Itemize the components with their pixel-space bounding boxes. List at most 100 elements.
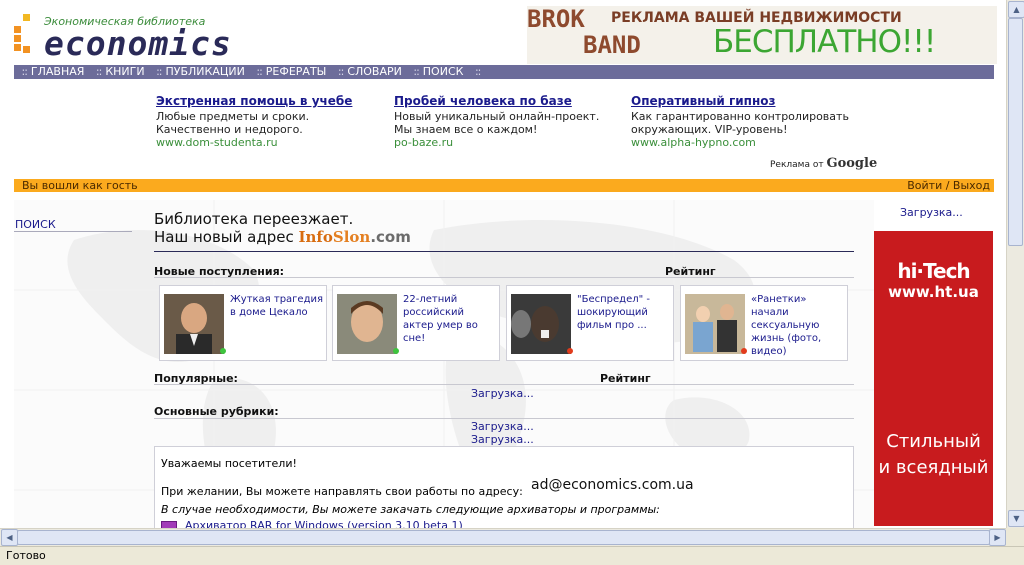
ad-title[interactable]: Оперативный гипноз bbox=[631, 94, 861, 108]
ad-title[interactable]: Экстренная помощь в учебе bbox=[156, 94, 386, 108]
nav-separator: :: bbox=[413, 65, 420, 78]
news-photo[interactable] bbox=[685, 294, 745, 354]
nav-separator: :: bbox=[474, 65, 482, 78]
nav-separator: :: bbox=[21, 65, 29, 78]
nav-label: ПУБЛИКАЦИИ bbox=[165, 65, 245, 78]
status-text: Готово bbox=[6, 549, 46, 562]
nav-label: КНИГИ bbox=[105, 65, 145, 78]
popular-loading: Загрузка... bbox=[471, 387, 534, 400]
ad-line: Качественно и недорого. bbox=[156, 123, 303, 136]
ad-block-2[interactable]: Пробей человека по базе Новый уникальный… bbox=[394, 94, 624, 149]
hitech-url: www.ht.ua bbox=[888, 283, 979, 301]
right-loading: Загрузка... bbox=[900, 206, 963, 219]
logo-mark-icon[interactable] bbox=[14, 14, 38, 58]
scroll-up-icon[interactable]: ▲ bbox=[1008, 1, 1024, 18]
moving-notice-prefix: Наш новый адрес bbox=[154, 228, 294, 246]
rubrics-label: Основные рубрики: bbox=[154, 405, 279, 418]
news-title[interactable]: Жуткая трагедия в доме Цекало bbox=[230, 293, 324, 319]
ads-by-google[interactable]: Реклама от Google bbox=[770, 156, 877, 171]
ad-line: Мы знаем все о каждом! bbox=[394, 123, 538, 136]
nav-label: ГЛАВНАЯ bbox=[30, 65, 85, 78]
infoslon-com: .com bbox=[370, 228, 411, 246]
offline-dot-icon bbox=[567, 348, 573, 354]
ad-line: Новый уникальный онлайн-проект. bbox=[394, 110, 600, 123]
divider bbox=[154, 384, 854, 385]
ad-block-3[interactable]: Оперативный гипноз Как гарантированно ко… bbox=[631, 94, 861, 149]
main-nav: :: ГЛАВНАЯ :: КНИГИ :: ПУБЛИКАЦИИ :: РЕФЕРАТ… bbox=[14, 65, 994, 79]
nav-label: РЕФЕРАТЫ bbox=[265, 65, 327, 78]
contact-email[interactable]: ad@economics.com.ua bbox=[531, 477, 694, 493]
divider bbox=[154, 418, 854, 419]
banner-brand-bottom: BAND bbox=[583, 31, 641, 59]
google-logo: Google bbox=[826, 156, 878, 171]
ad-title[interactable]: Пробей человека по базе bbox=[394, 94, 624, 108]
ad-text: Как гарантированно контролировать окружаю… bbox=[631, 110, 861, 136]
ads-by-prefix: Реклама от bbox=[770, 160, 824, 170]
ad-line: Как гарантированно контролировать bbox=[631, 110, 849, 123]
news-title[interactable]: "Беспредел" - шокирующий фильм про ... bbox=[577, 293, 671, 332]
news-photo[interactable] bbox=[511, 294, 571, 354]
visitors-notice: Уважаемы посетители! ad@economics.com.ua… bbox=[154, 446, 854, 532]
nav-separator: :: bbox=[337, 65, 345, 78]
news-title[interactable]: «Ранетки» начали сексуальную жизнь (фото… bbox=[751, 293, 845, 358]
news-photo[interactable] bbox=[337, 294, 397, 354]
nav-item-publications[interactable]: :: ПУБЛИКАЦИИ bbox=[156, 65, 245, 79]
infoslon-link[interactable]: InfoSlon.com bbox=[299, 228, 411, 246]
nav-item-essays[interactable]: :: РЕФЕРАТЫ bbox=[256, 65, 326, 79]
news-card[interactable]: 22-летний российский актер умер во сне! bbox=[332, 285, 500, 361]
hitech-logo: hi·Tech bbox=[897, 259, 970, 283]
notice-archivers-text: В случае необходимости, Вы можете закача… bbox=[161, 503, 660, 516]
scroll-right-icon[interactable]: ▶ bbox=[989, 529, 1006, 546]
rubrics-loading: Загрузка... bbox=[471, 433, 534, 446]
scroll-corner bbox=[1006, 528, 1024, 546]
guest-status: Вы вошли как гость bbox=[22, 179, 138, 192]
ad-url[interactable]: www.dom-studenta.ru bbox=[156, 136, 386, 149]
logo-text[interactable]: economics bbox=[44, 24, 232, 63]
nav-separator: :: bbox=[95, 65, 103, 78]
ad-text: Любые предметы и сроки. Качественно и нед… bbox=[156, 110, 386, 136]
top-banner[interactable]: BROK BAND РЕКЛАМА ВАШЕЙ НЕДВИЖИМОСТИ БЕС… bbox=[527, 6, 997, 64]
status-bar: Готово bbox=[0, 546, 1024, 565]
online-dot-icon bbox=[220, 348, 226, 354]
ad-block-1[interactable]: Экстренная помощь в учебе Любые предметы… bbox=[156, 94, 386, 149]
left-divider bbox=[14, 231, 132, 232]
ad-url[interactable]: www.alpha-hypno.com bbox=[631, 136, 861, 149]
infoslon-info: Info bbox=[298, 228, 333, 246]
ad-line: окружающих. VIP-уровень! bbox=[631, 123, 788, 136]
nav-item-home[interactable]: :: ГЛАВНАЯ bbox=[22, 65, 85, 79]
news-title[interactable]: 22-летний российский актер умер во сне! bbox=[403, 293, 497, 345]
divider bbox=[154, 251, 854, 252]
hitech-banner[interactable]: hi·Tech www.ht.ua Стильный и всеядный bbox=[874, 231, 993, 526]
left-search-link[interactable]: ПОИСК bbox=[15, 218, 56, 231]
nav-item-search[interactable]: :: ПОИСК bbox=[413, 65, 463, 79]
nav-item-dictionaries[interactable]: :: СЛОВАРИ bbox=[338, 65, 402, 79]
login-logout-link[interactable]: Войти / Выход bbox=[907, 179, 990, 192]
nav-item-books[interactable]: :: КНИГИ bbox=[96, 65, 145, 79]
news-card[interactable]: Жуткая трагедия в доме Цекало bbox=[159, 285, 327, 361]
moving-notice-line2: Наш новый адрес InfoSlon.com bbox=[154, 228, 411, 246]
divider bbox=[154, 277, 854, 278]
hitech-slogan-line1: Стильный bbox=[886, 431, 981, 452]
nav-separator: :: bbox=[256, 65, 263, 78]
nav-label: ПОИСК bbox=[422, 65, 464, 78]
ad-line: Любые предметы и сроки. bbox=[156, 110, 310, 123]
scroll-down-icon[interactable]: ▼ bbox=[1008, 510, 1024, 527]
site-header: Экономическая библиотека economics BROK … bbox=[0, 0, 1004, 65]
notice-send-text: При желании, Вы можете направлять свои р… bbox=[161, 485, 523, 498]
news-photo[interactable] bbox=[164, 294, 224, 354]
news-card[interactable]: «Ранетки» начали сексуальную жизнь (фото… bbox=[680, 285, 848, 361]
news-card[interactable]: "Беспредел" - шокирующий фильм про ... bbox=[506, 285, 674, 361]
nav-separator: :: bbox=[156, 65, 163, 78]
vertical-scroll-thumb[interactable] bbox=[1008, 18, 1023, 246]
horizontal-scroll-thumb[interactable] bbox=[17, 530, 990, 545]
nav-label: СЛОВАРИ bbox=[347, 65, 402, 78]
hitech-slogan-line2: и всеядный bbox=[878, 457, 989, 478]
rubrics-loading: Загрузка... bbox=[471, 420, 534, 433]
ad-url[interactable]: po-baze.ru bbox=[394, 136, 624, 149]
scroll-left-icon[interactable]: ◀ bbox=[1, 529, 18, 546]
notice-greeting: Уважаемы посетители! bbox=[161, 457, 297, 470]
user-bar: Вы вошли как гость Войти / Выход bbox=[14, 179, 994, 192]
ad-text: Новый уникальный онлайн-проект. Мы знаем … bbox=[394, 110, 624, 136]
infoslon-slon: Slon bbox=[332, 228, 371, 246]
banner-big-text: БЕСПЛАТНО!!! bbox=[713, 24, 936, 60]
